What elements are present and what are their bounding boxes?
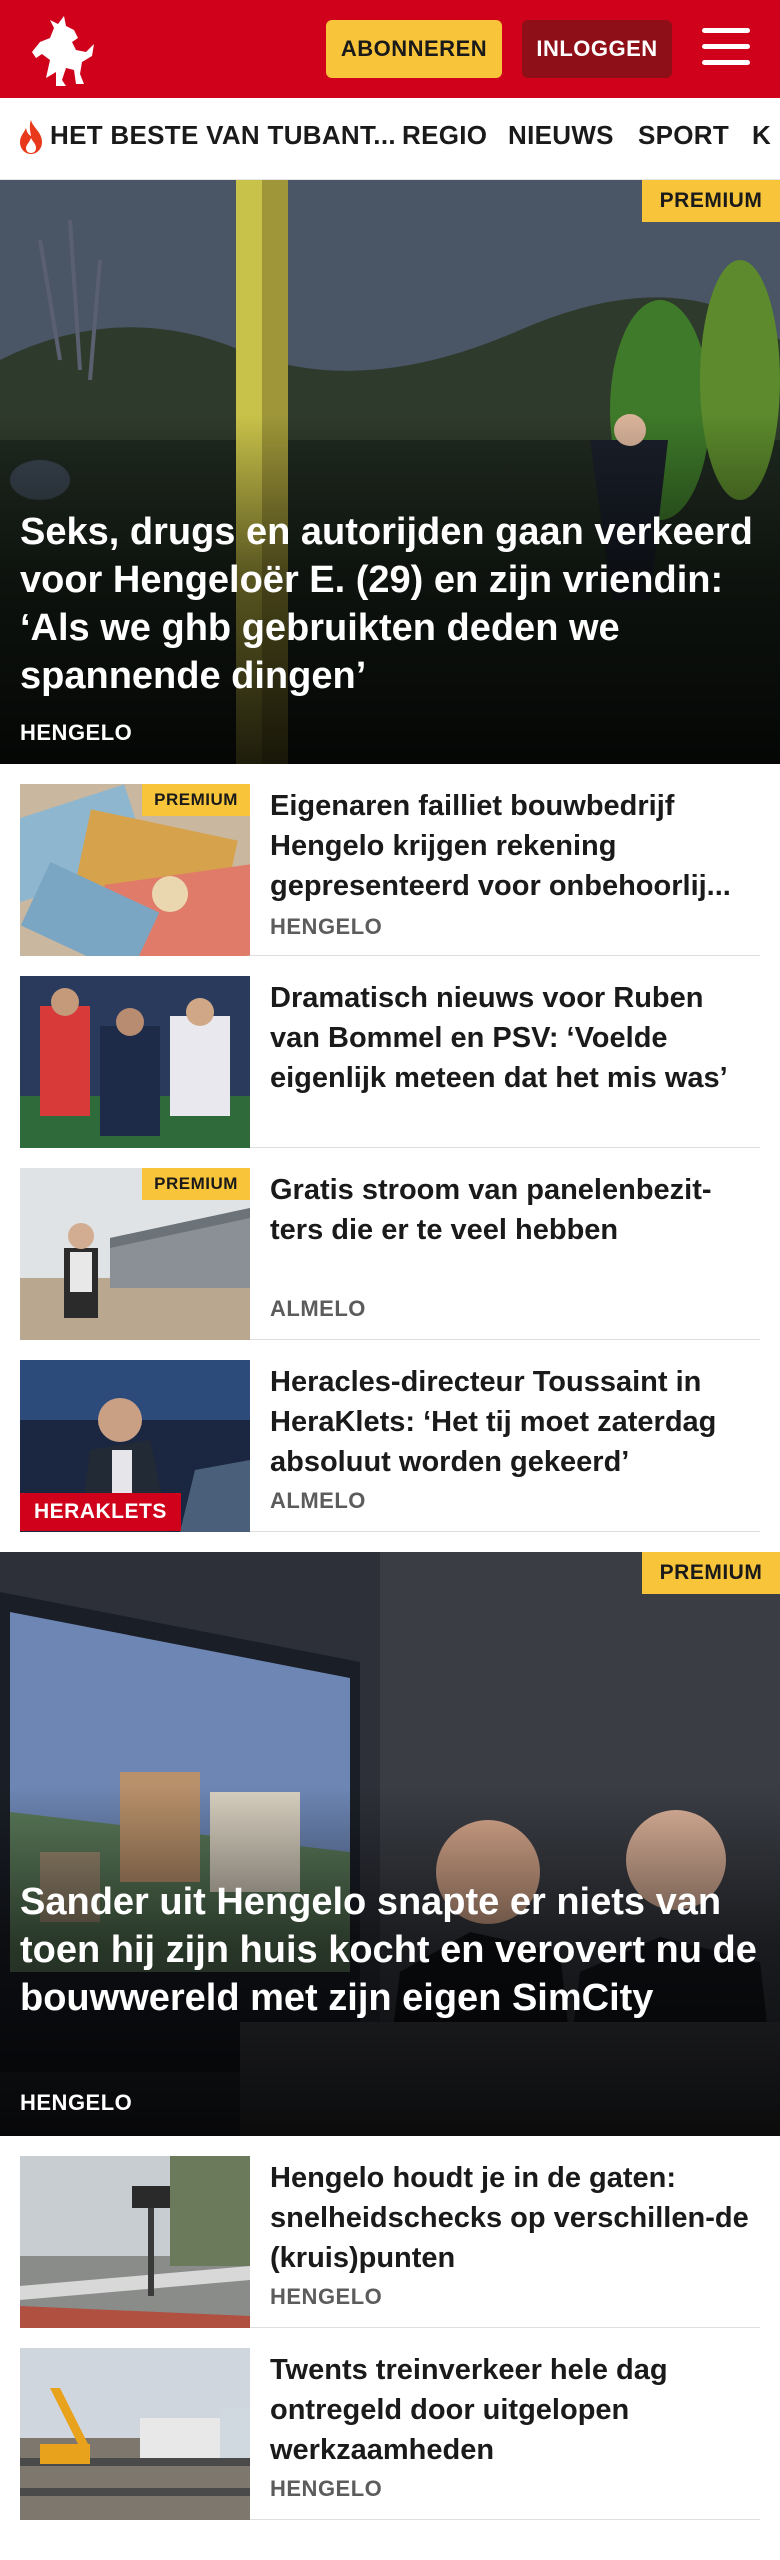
list-item[interactable]: Hengelo houdt je in de gaten: snelheidsc… [20,2156,760,2328]
nav-item-regio[interactable]: REGIO [402,120,487,151]
article-category: HENGELO [270,914,383,939]
thumbnail-image [20,2156,250,2328]
hero-category: HENGELO [20,2090,133,2115]
nav-item-partial[interactable]: K [752,120,771,151]
article-category: ALMELO [270,1296,366,1321]
premium-badge: PREMIUM [642,1552,780,1594]
article-title[interactable]: Twents treinverkeer hele dag ontregeld d… [270,2350,760,2470]
flame-icon [20,120,42,154]
nav-item-nieuws[interactable]: NIEUWS [508,120,614,151]
hero-article-2[interactable]: PREMIUM Sander uit Hengelo snapte er nie… [0,1552,780,2136]
thumbnail-image [20,2348,250,2520]
article-title[interactable]: Gratis stroom van panelenbezit-ters die … [270,1170,760,1250]
subscribe-button[interactable]: ABONNEREN [326,20,502,78]
article-title[interactable]: Dramatisch nieuws voor Ruben van Bommel … [270,978,760,1098]
hero-article-1[interactable]: PREMIUM Seks, drugs en autorijden gaan v… [0,180,780,764]
premium-badge: PREMIUM [642,180,780,222]
list-item[interactable]: Dramatisch nieuws voor Ruben van Bommel … [20,976,760,1148]
premium-badge: PREMIUM [142,1168,250,1200]
nav-item-het-beste[interactable]: HET BESTE VAN TUBANT... [50,120,396,151]
list-item[interactable]: PREMIUM Gratis stroom van panelenbezit-t… [20,1168,760,1340]
section-nav: HET BESTE VAN TUBANT... REGIO NIEUWS SPO… [0,98,780,180]
top-header: ABONNEREN INLOGGEN [0,0,780,98]
list-item[interactable]: PREMIUM Eigenaren failliet bouwbedrijf H… [20,784,760,956]
article-title[interactable]: Heracles-directeur Toussaint in HeraKlet… [270,1362,760,1482]
login-button[interactable]: INLOGGEN [522,20,672,78]
article-title[interactable]: Eigenaren failliet bouwbedrijf Hengelo k… [270,786,760,906]
tubantia-horse-logo[interactable] [20,8,104,92]
hero-title[interactable]: Sander uit Hengelo snapte er niets van t… [20,1878,770,2022]
list-item[interactable]: Twents treinverkeer hele dag ontregeld d… [20,2348,760,2520]
article-category: ALMELO [270,1488,366,1513]
hero-title[interactable]: Seks, drugs en autorijden gaan verkeerd … [20,508,770,700]
premium-badge: PREMIUM [142,784,250,816]
article-title[interactable]: Hengelo houdt je in de gaten: snelheidsc… [270,2158,760,2278]
article-category: HENGELO [270,2284,383,2309]
article-category: HENGELO [270,2476,383,2501]
list-item[interactable]: HERAKLETS Heracles-directeur Toussaint i… [20,1360,760,1532]
hero-category: HENGELO [20,720,133,745]
heraklets-tag: HERAKLETS [20,1493,181,1531]
nav-item-sport[interactable]: SPORT [638,120,729,151]
hamburger-menu-icon[interactable] [700,24,754,72]
thumbnail-image [20,976,250,1148]
